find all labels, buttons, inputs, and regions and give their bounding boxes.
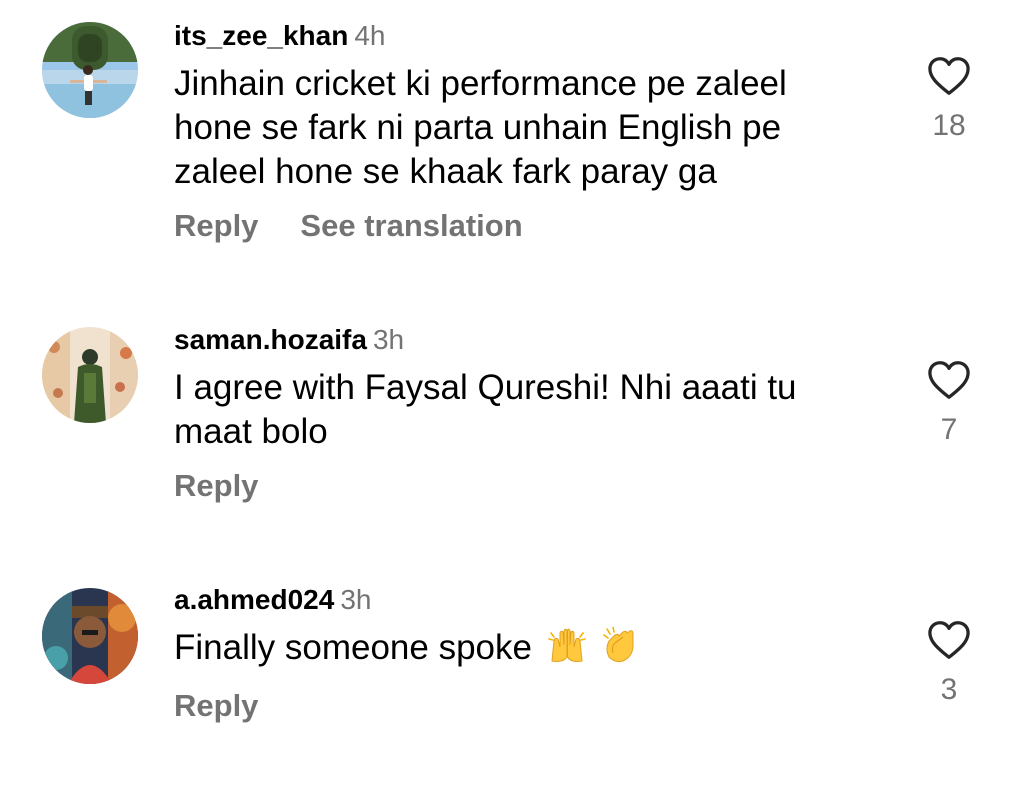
comment-text-content: Finally someone spoke [174, 628, 532, 667]
clapping-hands-emoji-icon [601, 626, 639, 674]
raising-hands-emoji-icon [547, 627, 586, 674]
see-translation-button[interactable]: See translation [300, 206, 522, 246]
like-count: 7 [940, 413, 958, 446]
comment-username[interactable]: a.ahmed024 [174, 584, 334, 615]
comment-text: I agree with Faysal Qureshi! Nhi aaati t… [174, 368, 797, 451]
avatar-image [42, 22, 138, 118]
comment-time: 3h [372, 324, 405, 355]
avatar[interactable] [42, 588, 138, 684]
comment-text: Finally someone spoke [174, 626, 864, 674]
comment-username[interactable]: saman.hozaifa [174, 324, 367, 355]
heart-icon[interactable] [927, 620, 971, 660]
like-count: 18 [932, 109, 966, 142]
avatar[interactable] [42, 327, 138, 423]
comment-time: 4h [354, 20, 386, 51]
comment-username[interactable]: its_zee_khan [174, 20, 348, 51]
comment-time: 3h [340, 584, 372, 615]
avatar-image [42, 588, 138, 684]
reply-button[interactable]: Reply [174, 686, 258, 726]
reply-button[interactable]: Reply [174, 466, 258, 506]
comment-text: Jinhain cricket ki performance pe zaleel… [174, 64, 787, 191]
heart-icon[interactable] [927, 56, 971, 96]
heart-icon[interactable] [927, 360, 971, 400]
reply-button[interactable]: Reply [174, 206, 258, 246]
avatar[interactable] [42, 22, 138, 118]
avatar-image [42, 327, 138, 423]
like-count: 3 [940, 673, 958, 706]
